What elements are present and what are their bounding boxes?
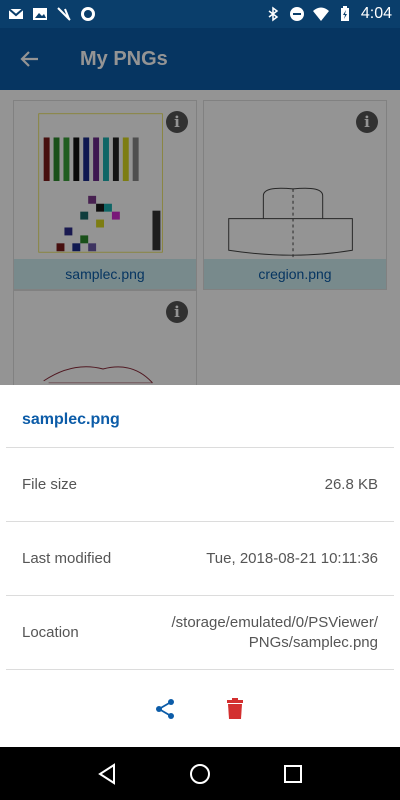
modal-scrim[interactable] — [0, 28, 400, 385]
circle-icon — [81, 7, 95, 21]
nav-back-button[interactable] — [94, 761, 120, 787]
share-icon — [156, 698, 174, 719]
location-value-line1: /storage/emulated/0/PSViewer/ — [171, 613, 378, 631]
file-size-label: File size — [22, 476, 78, 493]
gmail-icon — [8, 8, 24, 19]
status-bar: 4:04 — [0, 0, 400, 28]
nav-recents-button[interactable] — [280, 761, 306, 787]
file-size-row: File size 26.8 KB — [6, 447, 394, 521]
delete-button[interactable] — [221, 695, 249, 723]
system-nav-bar — [0, 747, 400, 800]
location-value: /storage/emulated/0/PSViewer/ PNGs/sampl… — [171, 613, 378, 653]
bluetooth-icon — [268, 6, 279, 22]
location-label: Location — [22, 624, 79, 641]
delete-icon — [227, 697, 243, 719]
do-not-disturb-icon — [289, 7, 304, 21]
details-bottom-sheet: samplec.png File size 26.8 KB Last modif… — [0, 385, 400, 747]
status-time: 4:04 — [360, 5, 392, 22]
location-row: Location /storage/emulated/0/PSViewer/ P… — [6, 595, 394, 669]
image-icon — [33, 8, 47, 20]
file-size-value: 26.8 KB — [324, 475, 378, 493]
share-button[interactable] — [151, 695, 179, 723]
back-triangle-icon — [97, 762, 115, 785]
sheet-actions — [6, 669, 394, 747]
no-signal-icon — [57, 7, 71, 21]
last-modified-label: Last modified — [22, 550, 112, 567]
nav-home-button[interactable] — [187, 761, 213, 787]
location-value-line2: PNGs/samplec.png — [248, 633, 378, 651]
recents-square-icon — [284, 764, 303, 783]
wifi-icon — [312, 7, 329, 21]
battery-icon — [340, 6, 349, 21]
last-modified-value: Tue, 2018-08-21 10:11:36 — [206, 549, 378, 567]
home-circle-icon — [189, 763, 210, 784]
sheet-title: samplec.png — [22, 411, 120, 428]
last-modified-row: Last modified Tue, 2018-08-21 10:11:36 — [6, 521, 394, 595]
